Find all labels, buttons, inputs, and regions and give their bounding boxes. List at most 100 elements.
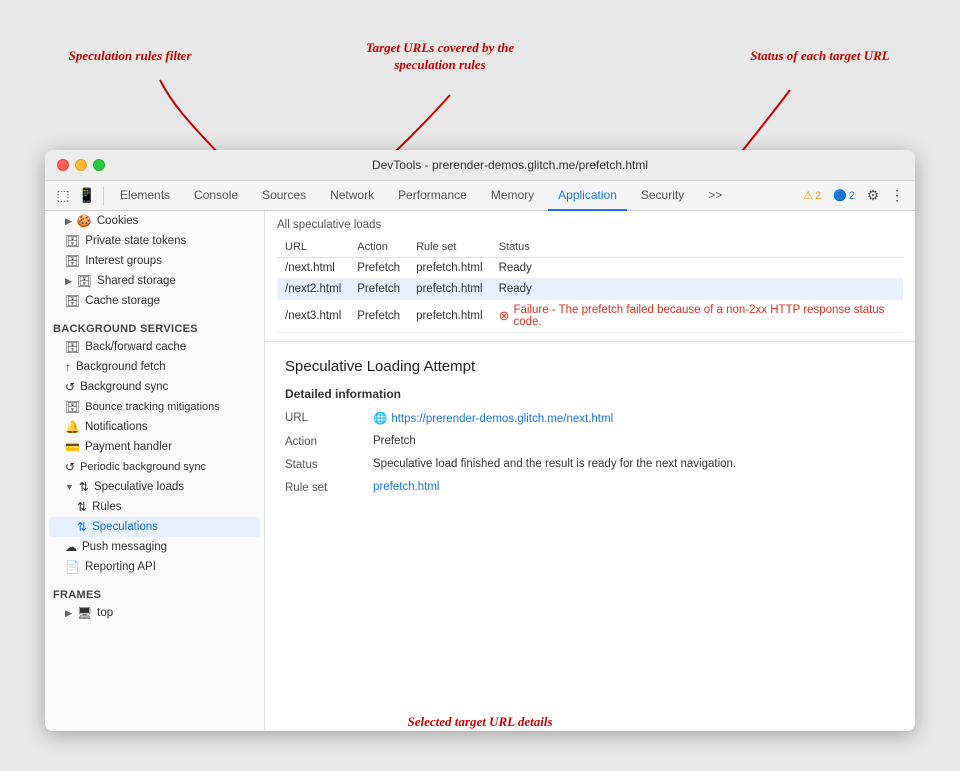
expand-icon: ▼ <box>65 482 74 492</box>
sidebar-label: Notifications <box>85 421 148 433</box>
speculative-loads-icon: ⇅ <box>79 480 89 494</box>
warning-badge: ⚠ 2 <box>799 188 825 203</box>
cell-url: /next3.html <box>277 300 349 333</box>
sidebar-item-rules[interactable]: ⇅ Rules <box>49 497 260 517</box>
table-row[interactable]: /next2.htmlPrefetchprefetch.htmlReady <box>277 279 903 300</box>
detail-row: URL🌐https://prerender-demos.glitch.me/ne… <box>285 411 895 425</box>
tab-security[interactable]: Security <box>631 181 694 211</box>
speculative-loads-table: URL Action Rule set Status /next.htmlPre… <box>277 237 903 333</box>
sidebar-label: Background fetch <box>76 361 166 373</box>
sidebar-item-push[interactable]: ☁ Push messaging <box>49 537 260 557</box>
table-row[interactable]: /next.htmlPrefetchprefetch.htmlReady <box>277 258 903 279</box>
sidebar-item-shared-storage[interactable]: ▶ 🗄 Shared storage <box>49 271 260 291</box>
detail-title: Speculative Loading Attempt <box>285 358 895 375</box>
window-title: DevTools - prerender-demos.glitch.me/pre… <box>117 158 903 172</box>
tab-application[interactable]: Application <box>548 181 627 211</box>
interest-icon: 🗄 <box>65 254 80 268</box>
error-icon: ⊗ <box>499 308 510 324</box>
expand-icon: ▶ <box>65 216 72 227</box>
sidebar-item-reporting[interactable]: 📄 Reporting API <box>49 557 260 577</box>
sidebar-label: Rules <box>92 501 121 513</box>
detail-link[interactable]: prefetch.html <box>373 481 439 493</box>
sidebar-label: Speculative loads <box>94 481 184 493</box>
tab-more[interactable]: >> <box>698 181 732 211</box>
tab-elements[interactable]: Elements <box>110 181 180 211</box>
sidebar-label: top <box>97 607 113 619</box>
col-status: Status <box>491 237 903 258</box>
sidebar-item-bg-fetch[interactable]: ↑ Background fetch <box>49 357 260 377</box>
col-url: URL <box>277 237 349 258</box>
cursor-icon[interactable]: ⬚ <box>53 186 73 206</box>
sidebar-item-bounce[interactable]: 🗄 Bounce tracking mitigations <box>49 397 260 417</box>
col-action: Action <box>349 237 408 258</box>
detail-row-value[interactable]: 🌐 https://prerender-demos.glitch.me/next.… <box>373 411 895 425</box>
close-button[interactable] <box>57 159 69 171</box>
sidebar-item-speculations[interactable]: ⇅ Speculations <box>49 517 260 537</box>
minimize-button[interactable] <box>75 159 87 171</box>
annotation-speculation: Speculation rules filter <box>50 48 210 65</box>
frames-header: Frames <box>45 585 264 603</box>
detail-row: StatusSpeculative load finished and the … <box>285 458 895 471</box>
settings-icon[interactable]: ⚙ <box>863 186 883 206</box>
expand-icon: ▶ <box>65 608 72 619</box>
private-state-icon: 🗄 <box>65 234 80 248</box>
expand-icon: ▶ <box>65 276 72 287</box>
tab-performance[interactable]: Performance <box>388 181 477 211</box>
cell-action: Prefetch <box>349 300 408 333</box>
sidebar-item-periodic-sync[interactable]: ↺ Periodic background sync <box>49 457 260 477</box>
sidebar: ▶ 🍪 Cookies 🗄 Private state tokens 🗄 Int… <box>45 211 265 731</box>
toolbar-divider-1 <box>103 187 104 205</box>
cell-action: Prefetch <box>349 279 408 300</box>
annotation-selected: Selected target URL details <box>370 714 590 731</box>
devtools-window: DevTools - prerender-demos.glitch.me/pre… <box>45 150 915 731</box>
sidebar-item-notifications[interactable]: 🔔 Notifications <box>49 417 260 437</box>
cell-status: Ready <box>491 279 903 300</box>
tab-sources[interactable]: Sources <box>252 181 316 211</box>
push-icon: ☁ <box>65 540 77 554</box>
sidebar-item-top[interactable]: ▶ 🖥 top <box>49 603 260 623</box>
cell-action: Prefetch <box>349 258 408 279</box>
more-icon[interactable]: ⋮ <box>887 186 907 206</box>
payment-icon: 💳 <box>65 440 80 454</box>
detail-row: ActionPrefetch <box>285 435 895 448</box>
error-badge: 🔵 2 <box>829 188 859 203</box>
table-row[interactable]: /next3.htmlPrefetchprefetch.html⊗Failure… <box>277 300 903 333</box>
main-content: ▶ 🍪 Cookies 🗄 Private state tokens 🗄 Int… <box>45 211 915 731</box>
maximize-button[interactable] <box>93 159 105 171</box>
sidebar-item-cookies[interactable]: ▶ 🍪 Cookies <box>49 211 260 231</box>
bg-sync-icon: ↺ <box>65 380 75 394</box>
sidebar-item-payment[interactable]: 💳 Payment handler <box>49 437 260 457</box>
frame-icon: 🖥 <box>77 606 92 620</box>
reporting-icon: 📄 <box>65 560 80 574</box>
detail-row-value: Speculative load finished and the result… <box>373 458 895 470</box>
sidebar-item-bfcache[interactable]: 🗄 Back/forward cache <box>49 337 260 357</box>
sidebar-item-private-state[interactable]: 🗄 Private state tokens <box>49 231 260 251</box>
sidebar-label: Speculations <box>92 521 158 533</box>
speculations-icon: ⇅ <box>77 520 87 534</box>
sidebar-item-cache[interactable]: 🗄 Cache storage <box>49 291 260 311</box>
title-bar: DevTools - prerender-demos.glitch.me/pre… <box>45 150 915 181</box>
cell-status: Ready <box>491 258 903 279</box>
tab-network[interactable]: Network <box>320 181 384 211</box>
detail-section-title: Detailed information <box>285 387 895 401</box>
tab-console[interactable]: Console <box>184 181 248 211</box>
sidebar-item-bg-sync[interactable]: ↺ Background sync <box>49 377 260 397</box>
device-icon[interactable]: 📱 <box>77 186 97 206</box>
toolbar: ⬚ 📱 Elements Console Sources Network Per… <box>45 181 915 211</box>
bfcache-icon: 🗄 <box>65 340 80 354</box>
cell-ruleset: prefetch.html <box>408 279 490 300</box>
notifications-icon: 🔔 <box>65 420 80 434</box>
bg-fetch-icon: ↑ <box>65 360 71 374</box>
sidebar-label: Payment handler <box>85 441 172 453</box>
background-services-header: Background services <box>45 319 264 337</box>
periodic-sync-icon: ↺ <box>65 460 75 474</box>
content-pane: All speculative loads URL Action Rule se… <box>265 211 915 731</box>
sidebar-item-speculative-loads[interactable]: ▼ ⇅ Speculative loads <box>49 477 260 497</box>
sidebar-label: Cookies <box>97 215 139 227</box>
detail-link[interactable]: https://prerender-demos.glitch.me/next.h… <box>391 413 613 425</box>
sidebar-item-interest[interactable]: 🗄 Interest groups <box>49 251 260 271</box>
tab-memory[interactable]: Memory <box>481 181 544 211</box>
sidebar-label: Push messaging <box>82 541 167 553</box>
globe-icon: 🌐 <box>373 413 387 425</box>
detail-row-value[interactable]: prefetch.html <box>373 481 895 493</box>
